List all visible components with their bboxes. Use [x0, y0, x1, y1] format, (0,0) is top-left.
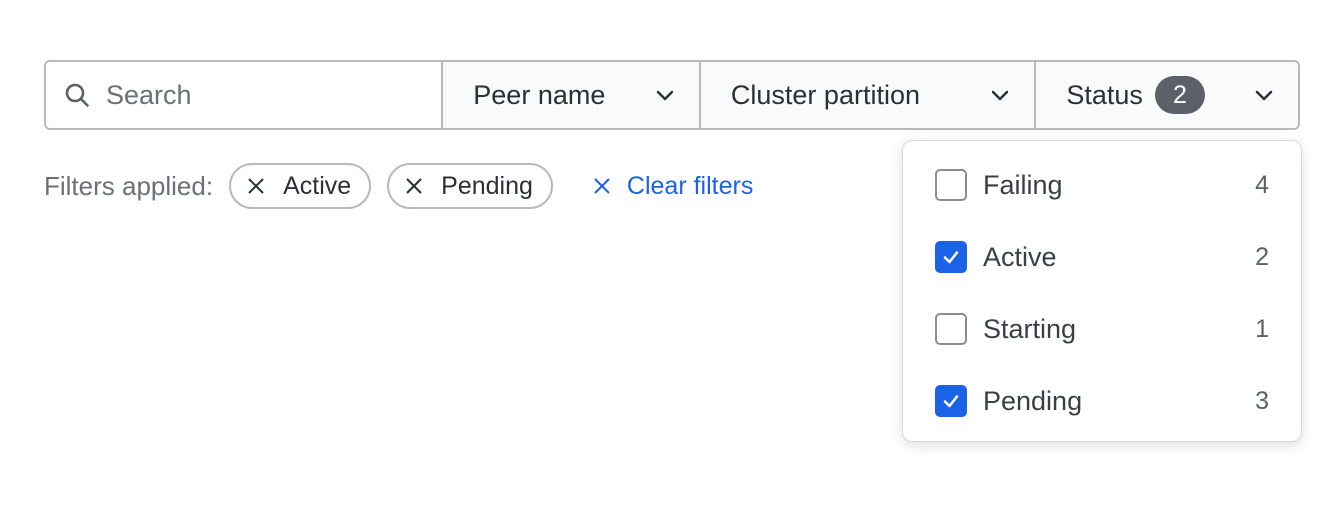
status-option-count: 1 [1255, 314, 1269, 343]
status-option-label: Pending [983, 385, 1083, 416]
filter-chip-label: Active [283, 171, 352, 200]
cluster-partition-dropdown-label: Cluster partition [730, 79, 920, 110]
checkbox[interactable] [935, 313, 967, 345]
clear-filters-link[interactable]: Clear filters [593, 172, 753, 201]
status-dropdown-content: Status 2 [1066, 76, 1205, 114]
status-option-pending[interactable]: Pending 3 [903, 365, 1301, 437]
status-count-badge: 2 [1154, 76, 1205, 114]
filter-chip-pending[interactable]: Pending [387, 163, 553, 209]
status-option-label: Starting [983, 313, 1077, 344]
chevron-down-icon [1252, 83, 1276, 107]
search-box[interactable] [46, 62, 444, 128]
close-icon[interactable] [247, 177, 265, 195]
filter-bar: Peer name Cluster partition Status 2 [44, 60, 1300, 130]
status-dropdown-label: Status [1066, 79, 1143, 110]
status-option-active[interactable]: Active 2 [903, 221, 1301, 293]
check-icon [943, 395, 959, 408]
search-icon [64, 82, 90, 108]
filter-chip-label: Pending [441, 171, 533, 200]
status-option-label: Active [983, 241, 1057, 272]
status-option-label: Failing [983, 169, 1063, 200]
cluster-partition-dropdown[interactable]: Cluster partition [701, 62, 1037, 128]
clear-filters-label: Clear filters [626, 171, 754, 200]
checkbox[interactable] [935, 169, 967, 201]
applied-filters-label: Filters applied: [44, 170, 214, 201]
status-option-failing[interactable]: Failing 4 [903, 149, 1301, 221]
close-icon [593, 177, 611, 195]
status-option-count: 4 [1255, 170, 1269, 199]
peer-name-dropdown[interactable]: Peer name [443, 62, 701, 128]
status-option-count: 2 [1255, 242, 1269, 271]
peer-name-dropdown-label: Peer name [473, 79, 606, 110]
chevron-down-icon [988, 83, 1012, 107]
applied-filters-row: Filters applied: Active Pending Clear fi… [44, 162, 753, 210]
checkbox[interactable] [935, 241, 967, 273]
checkbox[interactable] [935, 385, 967, 417]
check-icon [943, 251, 959, 264]
status-dropdown[interactable]: Status 2 [1036, 62, 1298, 128]
close-icon[interactable] [405, 177, 423, 195]
chevron-down-icon [653, 83, 677, 107]
status-dropdown-menu: Failing 4 Active 2 Starting 1 Pending 3 [902, 140, 1302, 442]
status-option-count: 3 [1255, 386, 1269, 415]
filter-chip-active[interactable]: Active [229, 163, 372, 209]
search-input[interactable] [106, 79, 406, 111]
status-option-starting[interactable]: Starting 1 [903, 293, 1301, 365]
